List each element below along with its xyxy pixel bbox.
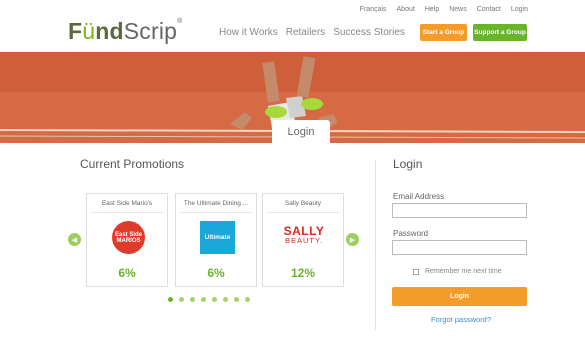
remember-me-checkbox[interactable] xyxy=(413,268,419,275)
carousel-next-button[interactable]: ▶ xyxy=(346,233,359,246)
carousel-dot[interactable] xyxy=(179,297,184,302)
promo-card-name: The Ultimate Dining ... xyxy=(183,200,249,207)
utility-link-login[interactable]: Login xyxy=(511,6,528,13)
carousel-dot[interactable] xyxy=(234,297,239,302)
promo-card-percent: 6% xyxy=(207,266,225,280)
carousel-dot[interactable] xyxy=(223,297,228,302)
promo-card-east-side-marios[interactable]: East Side Mario's East Side MARIOS 6% xyxy=(86,193,168,287)
login-button[interactable]: Login xyxy=(392,287,527,306)
card-divider xyxy=(91,212,163,213)
utility-link-contact[interactable]: Contact xyxy=(477,6,501,13)
card-divider xyxy=(267,212,339,213)
login-title: Login xyxy=(393,157,423,171)
ultimate-dining-logo: Ultimate xyxy=(200,221,235,254)
carousel-dot[interactable] xyxy=(168,297,173,302)
email-field[interactable] xyxy=(392,203,527,218)
carousel-dot[interactable] xyxy=(212,297,217,302)
start-group-button[interactable]: Start a Group xyxy=(420,24,467,41)
login-tab[interactable]: Login xyxy=(272,120,330,143)
promotions-title: Current Promotions xyxy=(80,157,185,171)
email-label: Email Address xyxy=(393,192,445,201)
promo-card-percent: 6% xyxy=(118,266,136,280)
utility-link-news[interactable]: News xyxy=(449,6,467,13)
top-bar: FündScrip® Français About Help News Cont… xyxy=(0,0,585,52)
remember-me-label: Remember me next time xyxy=(425,268,502,275)
beauty-logo-text: BEAUTY. xyxy=(284,236,324,245)
password-label: Password xyxy=(393,229,429,238)
nav-how-it-works[interactable]: How it Works xyxy=(219,27,278,38)
carousel-dot[interactable] xyxy=(190,297,195,302)
password-field[interactable] xyxy=(392,240,527,255)
support-group-button[interactable]: Support a Group xyxy=(473,24,527,41)
utility-nav: Français About Help News Contact Login xyxy=(360,6,528,13)
carousel-prev-button[interactable]: ◀ xyxy=(68,233,81,246)
card-divider xyxy=(180,212,252,213)
promo-card-name: East Side Mario's xyxy=(101,200,153,207)
carousel-dot[interactable] xyxy=(245,297,250,302)
sally-beauty-logo: SALLY BEAUTY. xyxy=(277,225,331,245)
nav-success-stories[interactable]: Success Stories xyxy=(333,27,405,38)
fundscrip-logo[interactable]: FündScrip® xyxy=(68,18,183,45)
carousel-pagination xyxy=(168,297,250,302)
section-divider xyxy=(375,160,376,330)
carousel-dot[interactable] xyxy=(201,297,206,302)
utility-link-about[interactable]: About xyxy=(397,6,415,13)
utility-link-francais[interactable]: Français xyxy=(360,6,387,13)
east-side-marios-logo: East Side MARIOS xyxy=(112,221,145,254)
utility-link-help[interactable]: Help xyxy=(425,6,439,13)
promo-card-name: Sally Beauty xyxy=(284,200,322,207)
remember-me[interactable]: Remember me next time xyxy=(413,268,502,275)
promo-card-sally-beauty[interactable]: Sally Beauty SALLY BEAUTY. 12% xyxy=(262,193,344,287)
promo-card-percent: 12% xyxy=(290,266,316,280)
chevron-right-icon: ▶ xyxy=(349,236,356,244)
promo-card-ultimate-dining[interactable]: The Ultimate Dining ... Ultimate 6% xyxy=(175,193,257,287)
main-nav: How it Works Retailers Success Stories xyxy=(219,27,405,38)
nav-retailers[interactable]: Retailers xyxy=(286,27,325,38)
forgot-password-link[interactable]: Forgot password? xyxy=(431,315,491,324)
chevron-left-icon: ◀ xyxy=(71,236,78,244)
